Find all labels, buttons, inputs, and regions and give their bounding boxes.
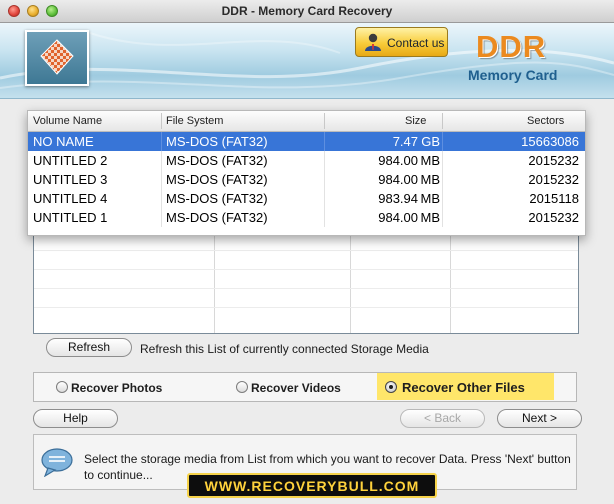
- contact-us-label: Contact us: [387, 36, 445, 50]
- column-header-size[interactable]: Size: [405, 115, 426, 127]
- sector-count: 2015232: [528, 153, 579, 168]
- storage-media-list[interactable]: Volume Name File System Size Sectors NO …: [27, 110, 586, 236]
- recover-other-files-label[interactable]: Recover Other Files: [402, 380, 525, 395]
- row-divider: [34, 307, 578, 308]
- table-row[interactable]: NO NAME MS-DOS (FAT32) 7.47 GB 15663086: [28, 132, 585, 151]
- brand-subtitle: Memory Card: [468, 67, 558, 83]
- column-header-sectors[interactable]: Sectors: [527, 115, 564, 127]
- table-row[interactable]: UNTITLED 3 MS-DOS (FAT32) 984.00 MB 2015…: [28, 170, 585, 189]
- file-system: MS-DOS (FAT32): [166, 191, 268, 206]
- website-url: WWW.RECOVERYBULL.COM: [204, 478, 420, 494]
- size-value: 984.00: [378, 153, 418, 168]
- size-value: 984.00: [378, 210, 418, 225]
- column-divider: [161, 132, 162, 151]
- size-unit: MB: [420, 210, 441, 225]
- file-system: MS-DOS (FAT32): [166, 172, 268, 187]
- speech-bubble-icon: [41, 448, 73, 477]
- website-banner: WWW.RECOVERYBULL.COM: [187, 473, 437, 498]
- recover-other-files-radio[interactable]: [385, 381, 397, 393]
- column-header-volume[interactable]: Volume Name: [33, 115, 102, 127]
- recover-photos-label[interactable]: Recover Photos: [71, 381, 162, 395]
- app-logo: [25, 30, 89, 86]
- media-list-background: [33, 230, 579, 334]
- column-divider: [324, 132, 325, 151]
- volume-name: UNTITLED 4: [33, 191, 108, 206]
- help-button[interactable]: Help: [33, 409, 118, 428]
- column-divider: [214, 231, 215, 333]
- column-divider: [324, 189, 325, 208]
- table-row[interactable]: UNTITLED 2 MS-DOS (FAT32) 984.00 MB 2015…: [28, 151, 585, 170]
- column-divider: [161, 170, 162, 189]
- size-value: 7.47: [392, 134, 418, 149]
- file-system: MS-DOS (FAT32): [166, 210, 268, 225]
- volume-name: UNTITLED 1: [33, 210, 108, 225]
- window-title: DDR - Memory Card Recovery: [221, 4, 393, 18]
- volume-name: UNTITLED 2: [33, 153, 108, 168]
- refresh-description: Refresh this List of currently connected…: [140, 342, 429, 356]
- contact-us-button[interactable]: Contact us: [355, 27, 448, 57]
- size-unit: MB: [420, 191, 441, 206]
- column-divider: [324, 170, 325, 189]
- recover-videos-radio[interactable]: [236, 381, 248, 393]
- refresh-button[interactable]: Refresh: [46, 338, 132, 357]
- header-banner: Contact us DDR Memory Card: [0, 23, 614, 99]
- sector-count: 15663086: [521, 134, 579, 149]
- column-divider: [324, 208, 325, 227]
- column-divider: [442, 151, 443, 170]
- recover-photos-radio[interactable]: [56, 381, 68, 393]
- size-unit: MB: [420, 153, 441, 168]
- table-row[interactable]: UNTITLED 4 MS-DOS (FAT32) 983.94 MB 2015…: [28, 189, 585, 208]
- sector-count: 2015232: [528, 210, 579, 225]
- column-divider: [442, 189, 443, 208]
- column-divider: [161, 151, 162, 170]
- row-divider: [34, 250, 578, 251]
- title-bar: DDR - Memory Card Recovery: [0, 0, 614, 23]
- table-header: Volume Name File System Size Sectors: [28, 111, 585, 132]
- size-value: 984.00: [378, 172, 418, 187]
- size-value: 983.94: [378, 191, 418, 206]
- column-header-filesystem[interactable]: File System: [166, 115, 223, 127]
- row-divider: [34, 269, 578, 270]
- size-unit: MB: [420, 172, 441, 187]
- next-button[interactable]: Next >: [497, 409, 582, 428]
- column-divider: [442, 113, 443, 129]
- column-divider: [442, 170, 443, 189]
- size-unit: GB: [421, 134, 440, 149]
- sector-count: 2015232: [528, 172, 579, 187]
- recover-videos-label[interactable]: Recover Videos: [251, 381, 341, 395]
- row-divider: [34, 288, 578, 289]
- file-system: MS-DOS (FAT32): [166, 134, 268, 149]
- column-divider: [161, 208, 162, 227]
- app-window: DDR - Memory Card Recovery Contact us DD…: [0, 0, 614, 504]
- column-divider: [442, 208, 443, 227]
- person-icon: [365, 33, 381, 51]
- back-button[interactable]: < Back: [400, 409, 485, 428]
- column-divider: [442, 132, 443, 151]
- file-system: MS-DOS (FAT32): [166, 153, 268, 168]
- column-divider: [450, 231, 451, 333]
- column-divider: [350, 231, 351, 333]
- checker-globe-icon: [40, 39, 74, 75]
- sector-count: 2015118: [529, 191, 579, 206]
- column-divider: [324, 151, 325, 170]
- column-divider: [324, 113, 325, 129]
- table-row[interactable]: UNTITLED 1 MS-DOS (FAT32) 984.00 MB 2015…: [28, 208, 585, 227]
- volume-name: UNTITLED 3: [33, 172, 108, 187]
- column-divider: [161, 113, 162, 129]
- brand-logo-text: DDR: [476, 29, 547, 64]
- column-divider: [161, 189, 162, 208]
- volume-name: NO NAME: [33, 134, 94, 149]
